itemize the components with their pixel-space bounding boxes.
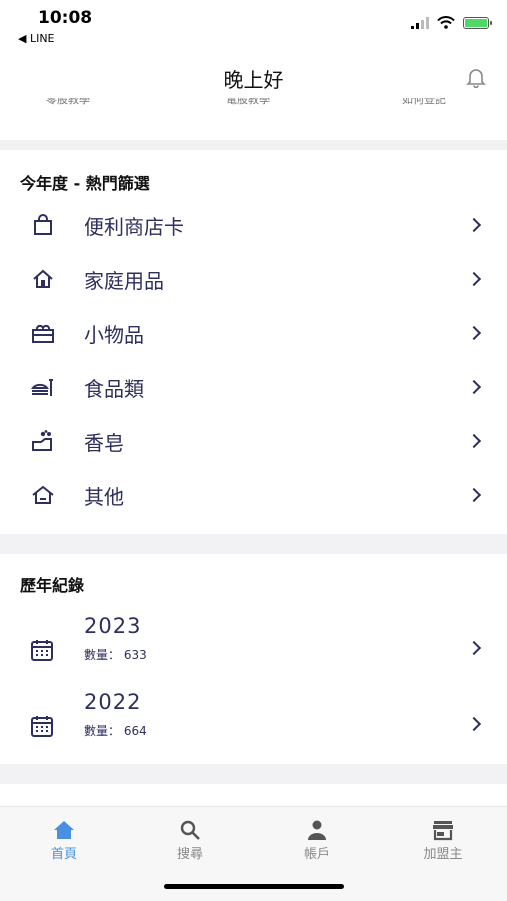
history-count: 數量： 664 [84,722,147,739]
tab-franchise[interactable]: 加盟主 [403,817,483,862]
section-title-history: 歷年紀錄 [20,576,85,595]
list-item-other[interactable]: 其他 [0,468,507,522]
gift-box-icon [30,320,56,346]
hot-section: 今年度 - 熱門篩選 便利商店卡 家庭用品 小物品 食品類 香皂 其他 [0,150,507,534]
home-indicator [164,884,344,889]
account-icon [308,820,326,840]
history-count: 數量： 633 [84,646,147,663]
other-icon [30,482,56,508]
tab-label: 帳戶 [303,847,330,862]
list-item-household[interactable]: 家庭用品 [0,252,507,306]
tab-home[interactable]: 首頁 [24,817,104,862]
count-value: 664 [123,724,147,738]
list-item-label: 小物品 [84,322,144,347]
peek-link-3[interactable]: 如何登記 [402,98,446,106]
list-item-label: 食品類 [84,376,144,401]
list-item-small-items[interactable]: 小物品 [0,306,507,360]
page-header: 晚上好 零股教學 電股教學 如何登記 [0,52,507,140]
chevron-right-icon [466,640,482,656]
list-item-convenience-card[interactable]: 便利商店卡 [0,198,507,252]
history-row-2023[interactable]: 2023 數量： 633 [0,612,507,688]
list-item-label: 便利商店卡 [84,214,184,239]
list-item-label: 家庭用品 [84,268,164,293]
signal-icon [411,16,429,29]
history-section: 歷年紀錄 2023 數量： 633 2022 數量： 664 [0,554,507,764]
peek-link-1[interactable]: 零股教學 [46,98,90,106]
search-icon [180,820,200,840]
history-year: 2022 [84,690,142,714]
back-to-line-link[interactable]: ◀ LINE [18,32,55,45]
history-year: 2023 [84,614,142,638]
home-icon [54,821,74,839]
chevron-right-icon [466,271,482,287]
tab-account[interactable]: 帳戶 [277,817,357,862]
bell-icon[interactable] [465,66,487,88]
peek-link-2[interactable]: 電股教學 [226,98,270,106]
chevron-right-icon [466,487,482,503]
chevron-right-icon [466,325,482,341]
page-title: 晚上好 [223,68,284,92]
shopping-bag-icon [30,212,56,238]
tab-label: 加盟主 [423,847,463,862]
count-label: 數量： [84,724,121,738]
chevron-right-icon [466,217,482,233]
battery-icon [463,16,492,29]
status-time: 10:08 [38,8,93,28]
tab-search[interactable]: 搜尋 [150,817,230,862]
status-bar: 10:08 ◀ LINE [0,0,507,52]
system-icons [411,16,492,29]
section-title-hot: 今年度 - 熱門篩選 [20,174,150,193]
chevron-right-icon [466,379,482,395]
list-item-food[interactable]: 食品類 [0,360,507,414]
chevron-right-icon [466,716,482,732]
food-icon [30,374,56,400]
list-item-label: 香皂 [84,430,124,455]
list-item-soap[interactable]: 香皂 [0,414,507,468]
count-value: 633 [123,648,147,662]
calendar-icon [31,640,53,661]
soap-icon [30,428,56,454]
calendar-icon [31,716,53,737]
history-row-2022[interactable]: 2022 數量： 664 [0,688,507,764]
tab-label: 搜尋 [176,847,203,862]
chevron-right-icon [466,433,482,449]
list-item-label: 其他 [84,484,124,509]
count-label: 數量： [84,648,121,662]
next-section-peek [0,784,507,806]
store-icon [433,821,453,841]
wifi-icon [437,16,455,29]
house-icon [30,266,56,292]
tab-label: 首頁 [50,847,77,862]
